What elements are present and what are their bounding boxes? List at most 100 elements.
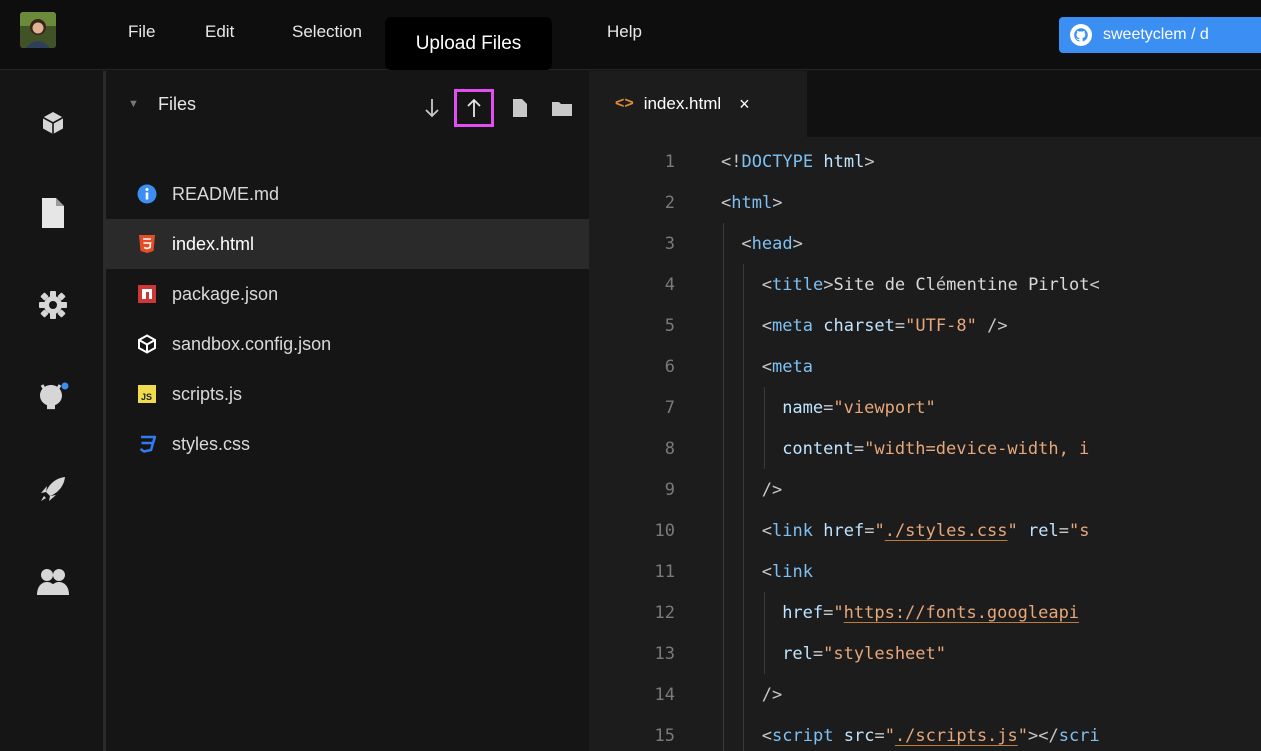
github-icon[interactable] — [33, 377, 73, 417]
line-code: <!DOCTYPE html> — [721, 151, 875, 172]
line-number: 3 — [664, 233, 675, 254]
cube-icon[interactable] — [33, 103, 73, 143]
code-line[interactable]: 5 <meta charset="UTF-8" /> — [589, 305, 1261, 346]
code-line[interactable]: 2 <html> — [589, 182, 1261, 223]
line-number: 5 — [664, 315, 675, 336]
menu-edit[interactable]: Edit — [205, 22, 234, 42]
indent-guide — [723, 264, 724, 305]
indent-guide — [723, 510, 724, 551]
indent-guide — [763, 428, 765, 469]
line-code: <meta charset="UTF-8" /> — [761, 315, 1008, 336]
upload-icon[interactable] — [454, 89, 494, 127]
file-name: scripts.js — [172, 383, 243, 404]
github-repo-button[interactable]: sweetyclem / d — [1059, 17, 1261, 53]
code-line[interactable]: 7 name="viewport" — [589, 387, 1261, 428]
new-file-icon[interactable] — [500, 89, 540, 127]
code-line[interactable]: 12 href="https://fonts.googleapi — [589, 592, 1261, 633]
line-code: <link href="./styles.css" rel="s — [761, 520, 1090, 541]
file-scripts-js[interactable]: JS scripts.js — [106, 369, 589, 419]
code-line[interactable]: 14 /> — [589, 674, 1261, 715]
file-package-json[interactable]: package.json — [106, 269, 589, 319]
indent-guide — [723, 551, 724, 592]
indent-guide — [723, 223, 724, 264]
code-line[interactable]: 11 <link — [589, 551, 1261, 592]
code-tag-icon: <> — [615, 95, 634, 112]
menu-selection[interactable]: Selection — [292, 22, 362, 42]
indent-guide — [743, 510, 745, 551]
file-name: README.md — [172, 183, 280, 204]
code-line[interactable]: 4 <title>Site de Clémentine Pirlot< — [589, 264, 1261, 305]
indent-guide — [763, 387, 765, 428]
file-name: index.html — [172, 233, 255, 254]
tab-bar: <> index.html × — [589, 71, 1261, 137]
indent-guide — [723, 387, 724, 428]
files-header[interactable]: ▼ Files — [106, 71, 589, 137]
menu-file[interactable]: File — [128, 22, 155, 42]
indent-guide — [743, 551, 745, 592]
line-number: 9 — [664, 479, 675, 500]
indent-guide — [723, 592, 724, 633]
indent-guide — [723, 715, 724, 751]
codesandbox-icon — [136, 333, 158, 355]
indent-guide — [743, 305, 745, 346]
code-editor: <> index.html × 1 <!DOCTYPE html> 2 <html> 3… — [589, 71, 1261, 751]
indent-guide — [743, 387, 745, 428]
file-explorer: ▼ Files README.md index.html package.jso… — [106, 71, 589, 751]
download-icon[interactable] — [412, 89, 452, 127]
menu-help[interactable]: Help — [607, 22, 642, 42]
line-code: name="viewport" — [782, 397, 936, 418]
new-folder-icon[interactable] — [542, 89, 582, 127]
indent-guide — [723, 469, 724, 510]
line-number: 13 — [654, 643, 675, 664]
line-number: 7 — [664, 397, 675, 418]
users-icon[interactable] — [33, 561, 73, 601]
line-number: 6 — [664, 356, 675, 377]
collapse-caret-icon[interactable]: ▼ — [128, 98, 139, 110]
rocket-icon[interactable] — [33, 469, 73, 509]
line-number: 14 — [654, 684, 675, 705]
line-number: 15 — [654, 725, 675, 746]
tab-label: index.html — [643, 94, 722, 113]
code-line[interactable]: 13 rel="stylesheet" — [589, 633, 1261, 674]
css3-icon — [136, 433, 158, 455]
file-list: README.md index.html package.json sandbo… — [106, 169, 589, 469]
code-line[interactable]: 15 <script src="./scripts.js"></scri — [589, 715, 1261, 751]
close-icon[interactable]: × — [739, 94, 750, 115]
tab-index-html[interactable]: <> index.html × — [589, 71, 807, 137]
github-repo-label: sweetyclem / d — [1103, 26, 1209, 43]
indent-guide — [723, 674, 724, 715]
line-number: 10 — [654, 520, 675, 541]
indent-guide — [743, 715, 745, 751]
html5-icon — [136, 233, 158, 255]
indent-guide — [743, 264, 745, 305]
file-readme[interactable]: README.md — [106, 169, 589, 219]
avatar[interactable] — [20, 12, 56, 48]
code-line[interactable]: 8 content="width=device-width, i — [589, 428, 1261, 469]
code-line[interactable]: 6 <meta — [589, 346, 1261, 387]
info-icon — [136, 183, 158, 205]
code-area[interactable]: 1 <!DOCTYPE html> 2 <html> 3 <head> 4 <title>Si… — [589, 137, 1261, 751]
code-line[interactable]: 3 <head> — [589, 223, 1261, 264]
line-number: 2 — [664, 192, 675, 213]
indent-guide — [723, 346, 724, 387]
line-number: 8 — [664, 438, 675, 459]
file-styles-css[interactable]: styles.css — [106, 419, 589, 469]
line-code: rel="stylesheet" — [782, 643, 947, 664]
indent-guide — [763, 592, 765, 633]
file-icon[interactable] — [33, 193, 73, 233]
file-name: package.json — [172, 283, 279, 304]
gear-icon[interactable] — [33, 285, 73, 325]
upload-files-tooltip: Upload Files — [385, 17, 552, 70]
line-code: <head> — [741, 233, 803, 254]
indent-guide — [743, 592, 745, 633]
code-line[interactable]: 10 <link href="./styles.css" rel="s — [589, 510, 1261, 551]
activity-bar — [0, 71, 104, 751]
file-sandbox-config[interactable]: sandbox.config.json — [106, 319, 589, 369]
indent-guide — [743, 633, 745, 674]
line-number: 4 — [664, 274, 675, 295]
file-name: styles.css — [172, 433, 251, 454]
code-line[interactable]: 9 /> — [589, 469, 1261, 510]
file-index-html[interactable]: index.html — [106, 219, 589, 269]
indent-guide — [743, 346, 745, 387]
code-line[interactable]: 1 <!DOCTYPE html> — [589, 141, 1261, 182]
